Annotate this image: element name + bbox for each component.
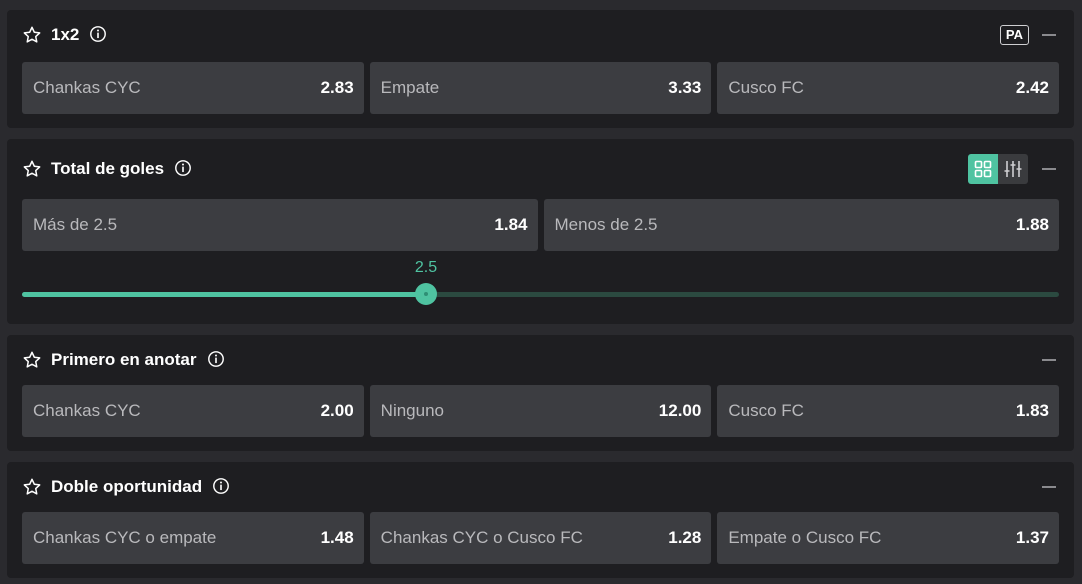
market-title-text: Primero en anotar bbox=[51, 350, 197, 369]
minus-icon bbox=[1042, 486, 1056, 488]
odds-value: 1.84 bbox=[494, 215, 528, 234]
selection-label: Cusco FC bbox=[728, 401, 804, 420]
odds-value: 2.42 bbox=[1015, 78, 1050, 97]
odds-row: Chankas CYC 2.00 Ninguno 12.00 Cusco FC 1.8… bbox=[22, 385, 1060, 437]
favorite-star-icon[interactable] bbox=[22, 25, 42, 45]
market-title-text: Total de goles bbox=[51, 159, 165, 178]
info-icon[interactable] bbox=[174, 159, 192, 177]
odds-button-empate[interactable]: Empate 3.33 bbox=[369, 62, 712, 114]
info-icon[interactable] bbox=[89, 25, 107, 43]
odds-row: Más de 2.5 1.84 Menos de 2.5 1.88 bbox=[22, 199, 1059, 251]
odds-button-ninguno[interactable]: Ninguno 12.00 bbox=[369, 385, 712, 437]
odds-row: Chankas CYC o empate 1.48 Chankas CYC o C… bbox=[22, 512, 1060, 564]
minus-icon bbox=[1042, 34, 1056, 36]
pa-badge[interactable]: PA bbox=[999, 25, 1029, 45]
info-icon[interactable] bbox=[212, 477, 230, 495]
market-total-goles: Total de goles Más de 2.5 1.84 Menos de 2… bbox=[7, 139, 1074, 324]
info-icon[interactable] bbox=[207, 350, 225, 368]
selection-label: Chankas CYC o empate bbox=[33, 528, 217, 547]
selection-label: Chankas CYC o Cusco FC bbox=[380, 528, 583, 547]
selection-label: Menos de 2.5 bbox=[554, 215, 658, 234]
odds-value: 3.33 bbox=[668, 78, 702, 97]
minus-icon bbox=[1042, 359, 1056, 361]
odds-button-empate-cusco[interactable]: Empate o Cusco FC 1.37 bbox=[717, 512, 1060, 564]
odds-value: 2.83 bbox=[320, 78, 354, 97]
grid-view-button[interactable] bbox=[968, 154, 998, 184]
slider-view-icon bbox=[1004, 161, 1022, 177]
odds-button-under[interactable]: Menos de 2.5 1.88 bbox=[543, 199, 1059, 251]
market-header: Primero en anotar bbox=[7, 335, 1074, 385]
minus-icon bbox=[1042, 168, 1056, 170]
odds-button-cusco[interactable]: Cusco FC 1.83 bbox=[717, 385, 1060, 437]
odds-value: 12.00 bbox=[658, 401, 702, 420]
odds-value: 1.37 bbox=[1015, 528, 1050, 547]
odds-value: 1.28 bbox=[668, 528, 702, 547]
market-title-text: Doble oportunidad bbox=[51, 477, 203, 496]
slider-value-text: 2.5 bbox=[414, 259, 438, 276]
favorite-star-icon[interactable] bbox=[22, 159, 42, 179]
odds-button-chankas-empate[interactable]: Chankas CYC o empate 1.48 bbox=[22, 512, 364, 564]
odds-button-chankas[interactable]: Chankas CYC 2.00 bbox=[22, 385, 364, 437]
slider-view-button[interactable] bbox=[998, 154, 1028, 184]
market-1x2: 1x2 PA Chankas CYC 2.83 Empate 3.33 Cusco … bbox=[7, 10, 1074, 128]
market-header: Doble oportunidad bbox=[7, 462, 1074, 512]
favorite-star-icon[interactable] bbox=[22, 477, 42, 497]
favorite-star-icon[interactable] bbox=[22, 350, 42, 370]
grid-view-icon bbox=[974, 160, 992, 178]
market-primero-anotar: Primero en anotar Chankas CYC 2.00 Ningun… bbox=[7, 335, 1074, 451]
selection-label: Cusco FC bbox=[728, 78, 804, 97]
market-title: Primero en anotar bbox=[51, 335, 225, 385]
slider-track-fill bbox=[22, 292, 426, 297]
odds-button-cusco[interactable]: Cusco FC 2.42 bbox=[717, 62, 1060, 114]
odds-value: 1.83 bbox=[1015, 401, 1050, 420]
selection-label: Empate bbox=[380, 78, 440, 97]
slider-thumb[interactable] bbox=[415, 283, 437, 305]
selection-label: Chankas CYC bbox=[33, 78, 141, 97]
selection-label: Empate o Cusco FC bbox=[728, 528, 882, 547]
odds-value: 1.48 bbox=[320, 528, 354, 547]
market-header: 1x2 PA bbox=[7, 10, 1074, 60]
market-title: Doble oportunidad bbox=[51, 462, 230, 512]
market-title-text: 1x2 bbox=[51, 25, 80, 44]
odds-button-chankas-cusco[interactable]: Chankas CYC o Cusco FC 1.28 bbox=[369, 512, 712, 564]
market-title: 1x2 bbox=[51, 10, 107, 60]
odds-button-over[interactable]: Más de 2.5 1.84 bbox=[22, 199, 538, 251]
market-title: Total de goles bbox=[51, 139, 192, 199]
goal-line-slider: 2.5 bbox=[22, 259, 1059, 305]
selection-label: Ninguno bbox=[380, 401, 444, 420]
market-doble-oportunidad: Doble oportunidad Chankas CYC o empate 1.… bbox=[7, 462, 1074, 578]
odds-value: 1.88 bbox=[1015, 215, 1049, 234]
odds-value: 2.00 bbox=[320, 401, 354, 420]
selection-label: Chankas CYC bbox=[33, 401, 141, 420]
market-header: Total de goles bbox=[7, 139, 1074, 199]
odds-row: Chankas CYC 2.83 Empate 3.33 Cusco FC 2.42 bbox=[22, 62, 1060, 114]
view-toggle bbox=[968, 154, 1028, 184]
odds-button-chankas[interactable]: Chankas CYC 2.83 bbox=[22, 62, 364, 114]
selection-label: Más de 2.5 bbox=[33, 215, 118, 234]
